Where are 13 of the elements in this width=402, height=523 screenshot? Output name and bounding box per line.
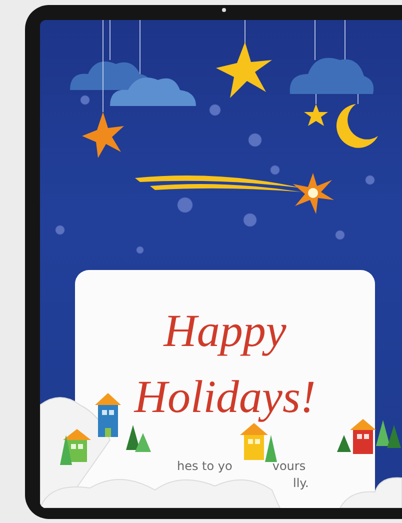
message-text: lly.: [293, 475, 309, 492]
message-text: hes to yo: [177, 458, 232, 475]
house-icon: [240, 423, 268, 460]
greeting-title: Happy: [164, 304, 286, 358]
house-icon: [95, 393, 121, 437]
greeting-title: Holidays!: [134, 370, 316, 424]
moon-icon: [336, 94, 378, 148]
star-icon: [82, 20, 124, 158]
star-icon: [304, 94, 328, 126]
camera-dot: [222, 8, 226, 12]
star-icon: [216, 20, 272, 98]
message-text: vours: [272, 458, 306, 475]
house-icon: [350, 419, 376, 454]
